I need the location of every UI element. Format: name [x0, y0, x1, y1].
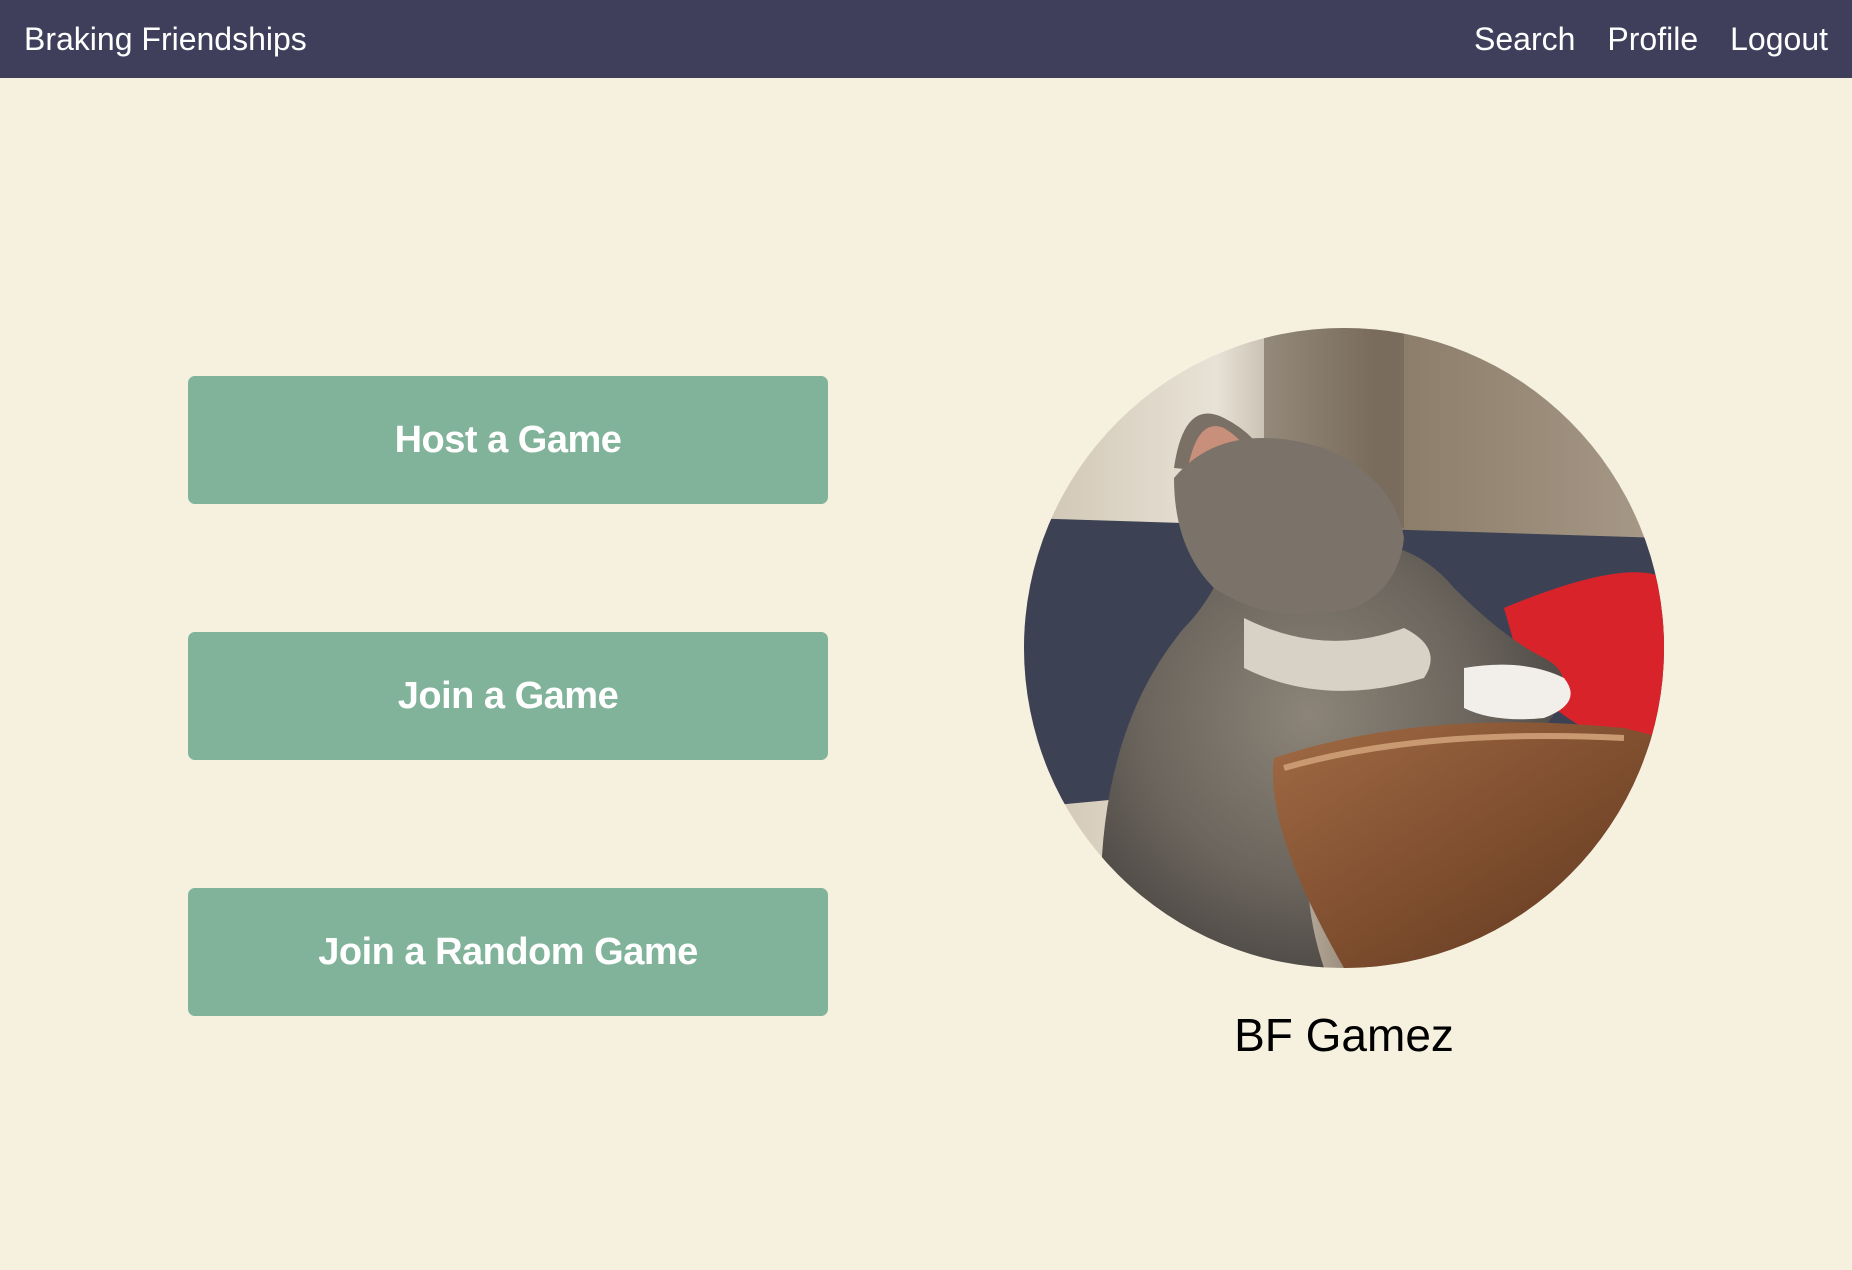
brand-link[interactable]: Braking Friendships [24, 0, 307, 78]
profile-card: BF Gamez [1024, 328, 1664, 1062]
nav-link-profile[interactable]: Profile [1607, 21, 1698, 58]
avatar[interactable] [1024, 328, 1664, 968]
nav-links: Search Profile Logout [1474, 0, 1828, 78]
nav-link-logout[interactable]: Logout [1730, 21, 1828, 58]
join-random-game-button[interactable]: Join a Random Game [188, 888, 828, 1016]
nav-link-search[interactable]: Search [1474, 21, 1575, 58]
username: BF Gamez [1234, 1009, 1454, 1061]
navbar: Braking Friendships Search Profile Logou… [0, 0, 1852, 78]
join-game-button[interactable]: Join a Game [188, 632, 828, 760]
game-actions: Host a Game Join a Game Join a Random Ga… [188, 376, 828, 1144]
cat-photo [1024, 328, 1664, 968]
host-game-button[interactable]: Host a Game [188, 376, 828, 504]
